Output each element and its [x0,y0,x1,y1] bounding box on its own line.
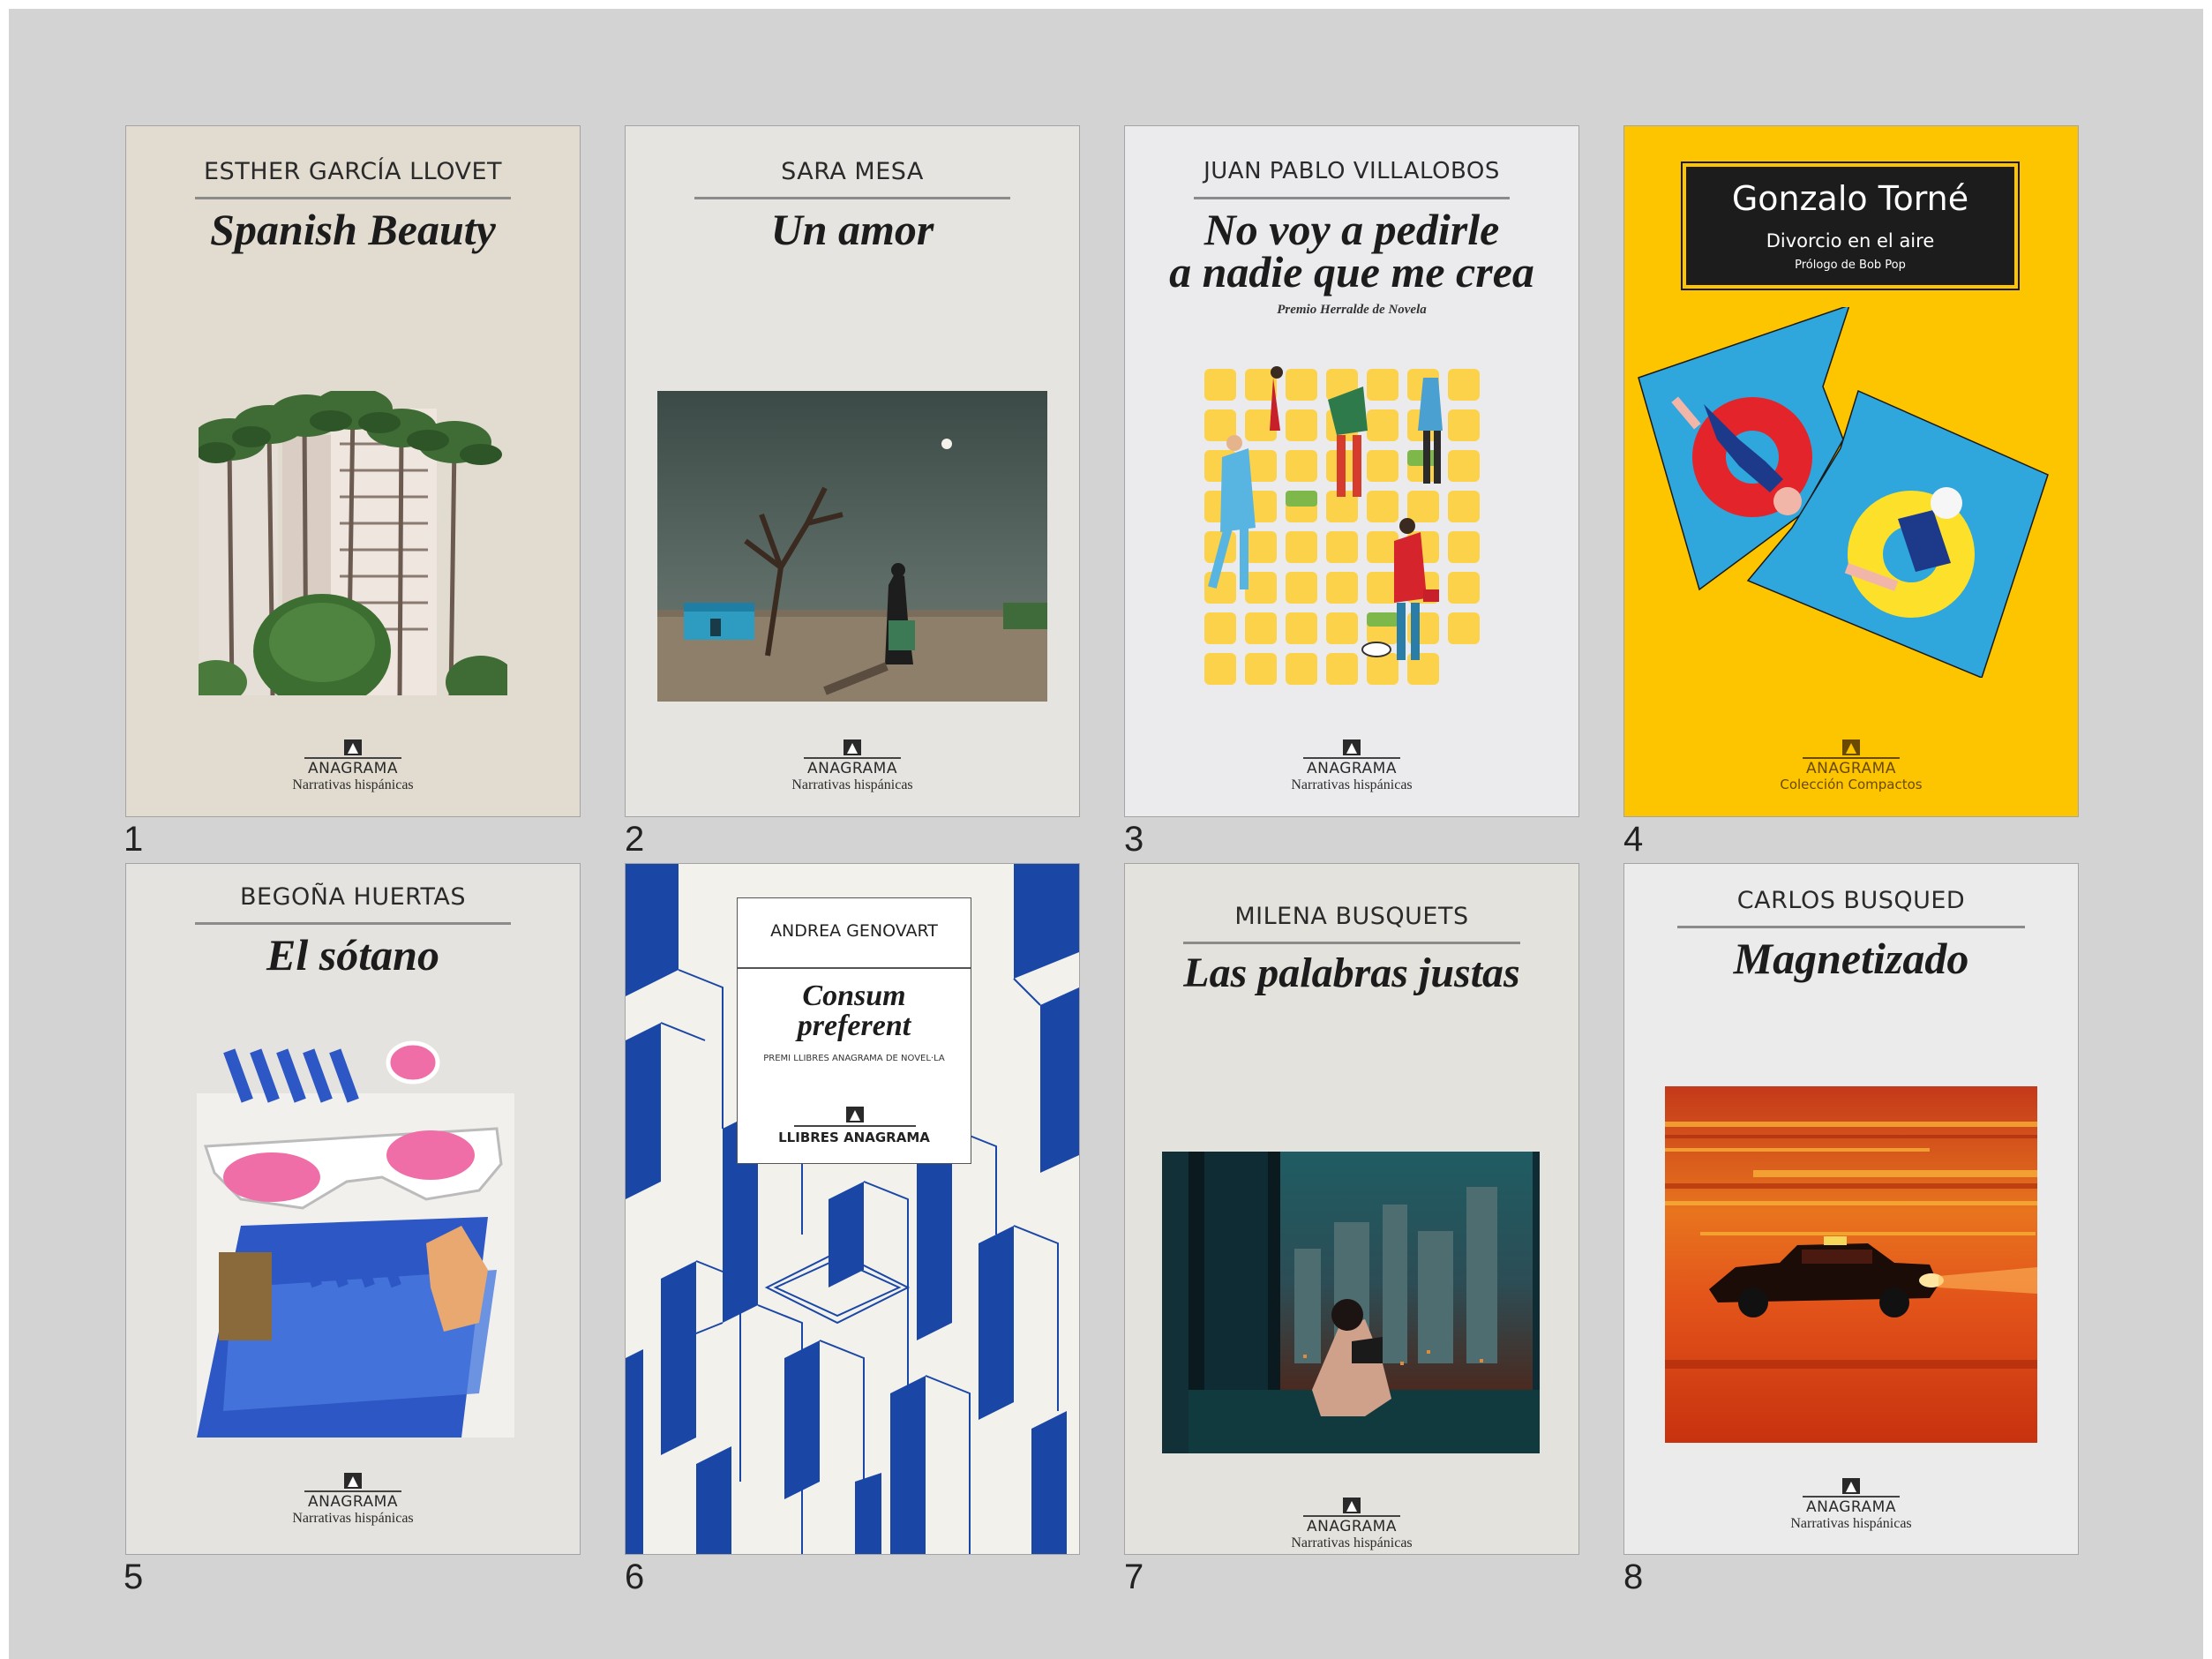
book-cover-1[interactable]: ESTHER GARCÍA LLOVET Spanish Beauty ANAG… [126,126,580,816]
book-cover-8[interactable]: CARLOS BUSQUED Magnetizado ANAGRAMA Narr… [1624,864,2078,1554]
cover-number: 1 [124,820,144,859]
publisher-block: ANAGRAMA Narrativas hispánicas [626,739,1079,793]
cover-number: 3 [1124,820,1144,859]
cover-prologue-note: Prólogo de Bob Pop [1795,259,1906,272]
publisher-block: ANAGRAMA Narrativas hispánicas [1624,1478,2078,1532]
cover-number: 6 [625,1558,645,1596]
cover-title: El sótano [266,930,439,980]
cover-author: MILENA BUSQUETS [1234,903,1469,930]
cover-title-box: Gonzalo Torné Divorcio en el aire Prólog… [1681,161,2020,290]
book-cover-4[interactable]: Gonzalo Torné Divorcio en el aire Prólog… [1624,126,2078,816]
cover-art-towels [1633,307,2069,678]
cover-art-taxi-blur [1665,1086,2037,1443]
cover-rule [195,922,511,925]
cover-title-box: ANDREA GENOVART Consum preferent PREMI L… [737,897,971,1164]
collection-name: Narrativas hispánicas [1790,1515,1912,1531]
cover-art-collage [197,1023,514,1438]
cover-title-line-2: preferent [797,1010,911,1042]
book-cover-3[interactable]: JUAN PABLO VILLALOBOS No voy a pedirle a… [1125,126,1578,816]
anagrama-logo-icon [1343,739,1361,755]
cover-rule [694,197,1010,199]
cover-author: JUAN PABLO VILLALOBOS [1203,158,1500,184]
collection-name: Narrativas hispánicas [292,1510,414,1526]
cover-number: 4 [1623,820,1644,859]
publisher-name: ANAGRAMA [1307,760,1397,777]
book-cover-2[interactable]: SARA MESA Un amor ANAGRAMA Narrativas hi… [626,126,1079,816]
anagrama-logo-icon [844,739,861,755]
publisher-block: ANAGRAMA Narrativas hispánicas [1125,1498,1578,1551]
publisher-name: ANAGRAMA [807,760,897,777]
cover-number: 2 [625,820,645,859]
cover-rule [1677,926,2025,928]
cover-title: Spanish Beauty [210,205,496,254]
book-cover-6[interactable]: ANDREA GENOVART Consum preferent PREMI L… [626,864,1079,1554]
cover-rule [1194,197,1510,199]
publisher-block: ANAGRAMA Narrativas hispánicas [1125,739,1578,793]
cover-author: SARA MESA [781,158,924,185]
collection-name: Narrativas hispánicas [1291,1535,1413,1550]
cover-title-line-2: a nadie que me crea [1169,247,1534,297]
cover-art-window-photo [1162,1152,1540,1453]
publisher-block: ANAGRAMA Narrativas hispánicas [126,739,580,793]
cover-title: Magnetizado [1733,934,1969,983]
cover-rule [195,197,511,199]
anagrama-logo-icon [1842,1478,1860,1494]
cover-art-palms [199,391,507,695]
anagrama-logo-icon [344,1473,362,1489]
cover-title: Divorcio en el aire [1766,230,1935,251]
publisher-name: ANAGRAMA [1307,1518,1397,1535]
publisher-name: ANAGRAMA [308,1493,398,1511]
collection-name: Narrativas hispánicas [292,777,414,792]
collection-name: Narrativas hispánicas [791,777,913,792]
cover-author: ESTHER GARCÍA LLOVET [204,158,502,185]
publisher-block: ANAGRAMA Colección Compactos [1624,739,2078,792]
cover-title-line-1: Consum [802,980,906,1012]
publisher-name: ANAGRAMA [1806,1498,1896,1516]
cover-author: CARLOS BUSQUED [1736,887,1966,914]
cover-author: Gonzalo Torné [1731,179,1969,218]
cover-title: Un amor [770,205,934,254]
cover-author: ANDREA GENOVART [770,921,938,941]
cover-art-night-scene [657,391,1047,702]
book-cover-5[interactable]: BEGOÑA HUERTAS El sótano ANAGRAMA Narrat… [126,864,580,1554]
cover-number: 5 [124,1558,144,1596]
cover-art-city-grid [1196,351,1510,713]
grid-panel: ESTHER GARCÍA LLOVET Spanish Beauty ANAG… [9,9,2203,1659]
cover-number: 8 [1623,1558,1644,1596]
publisher-name: ANAGRAMA [1806,760,1896,777]
publisher-name: LLIBRES ANAGRAMA [778,1130,930,1145]
anagrama-logo-icon [846,1107,864,1122]
collection-name: Narrativas hispánicas [1291,777,1413,792]
collection-name: Colección Compactos [1780,776,1923,792]
cover-author: BEGOÑA HUERTAS [240,883,466,911]
cover-number: 7 [1124,1558,1144,1596]
cover-title: Las palabras justas [1183,950,1520,996]
cover-title-line-1: No voy a pedirle [1203,205,1500,254]
cover-rule [1183,942,1520,944]
publisher-block: ANAGRAMA Narrativas hispánicas [126,1473,580,1527]
cover-award-note: Premio Herralde de Novela [1277,303,1427,317]
cover-award-note: PREMI LLIBRES ANAGRAMA DE NOVEL·LA [763,1054,945,1063]
anagrama-logo-icon [344,739,362,755]
publisher-name: ANAGRAMA [308,760,398,777]
anagrama-logo-icon [1842,739,1860,755]
anagrama-logo-icon [1343,1498,1361,1513]
book-cover-7[interactable]: MILENA BUSQUETS Las palabras justas ANAG… [1125,864,1578,1554]
